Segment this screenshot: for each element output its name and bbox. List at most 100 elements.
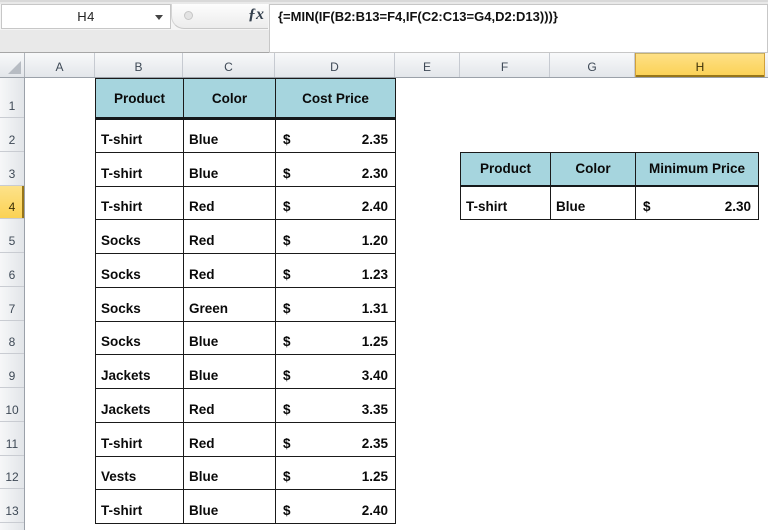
column-header-f[interactable]: F [460, 53, 550, 77]
cell-product[interactable]: T-shirt [95, 421, 184, 457]
currency-symbol: $ [283, 199, 291, 215]
table-row: Socks Red $1.23 [95, 253, 396, 288]
price-value: 1.25 [361, 334, 388, 350]
cell-color[interactable]: Blue [183, 354, 276, 389]
cell-color[interactable]: Blue [183, 320, 276, 356]
cell-color[interactable]: Red [183, 421, 276, 457]
header-color[interactable]: Color [183, 78, 276, 120]
price-value: 2.40 [361, 199, 388, 215]
cell-color[interactable]: Red [183, 185, 276, 221]
cell-product[interactable]: Jackets [95, 354, 184, 389]
table-row: Jackets Red $3.35 [95, 388, 396, 423]
cell-product[interactable]: T-shirt [95, 185, 184, 221]
cell-price[interactable]: $1.31 [275, 286, 396, 322]
cell-f4-product[interactable]: T-shirt [460, 185, 551, 221]
price-value: 2.30 [724, 199, 751, 215]
currency-symbol: $ [283, 503, 291, 518]
header-product[interactable]: Product [460, 151, 551, 187]
cell-product[interactable]: T-shirt [95, 118, 184, 153]
column-header-a[interactable]: A [25, 53, 95, 77]
currency-symbol: $ [283, 266, 291, 282]
cell-price[interactable]: $2.40 [275, 489, 396, 524]
header-color[interactable]: Color [550, 151, 636, 187]
name-box-value: H4 [77, 9, 95, 24]
cell-price[interactable]: $1.25 [275, 455, 396, 491]
cell-product[interactable]: Socks [95, 219, 184, 254]
row-header-5[interactable]: 5 [0, 219, 24, 253]
currency-symbol: $ [283, 131, 291, 147]
table-row: Socks Red $1.20 [95, 219, 396, 254]
cell-product[interactable]: Socks [95, 320, 184, 356]
row-header-11[interactable]: 11 [0, 422, 24, 456]
header-product[interactable]: Product [95, 78, 184, 120]
cell-price[interactable]: $1.25 [275, 320, 396, 356]
price-value: 1.20 [361, 233, 388, 248]
worksheet-grid[interactable]: 1 2 3 4 5 6 7 8 9 10 11 12 13 Product Co… [0, 78, 768, 530]
cell-product[interactable]: T-shirt [95, 489, 184, 524]
cell-price[interactable]: $2.30 [275, 151, 396, 187]
name-box-dropdown-icon[interactable] [155, 15, 163, 20]
column-header-d[interactable]: D [275, 53, 395, 77]
cell-g4-color[interactable]: Blue [550, 185, 636, 221]
row-header-2[interactable]: 2 [0, 118, 24, 152]
row-header-8[interactable]: 8 [0, 321, 24, 355]
price-value: 1.25 [361, 469, 388, 485]
divider-dimple-icon [184, 11, 193, 20]
cell-price[interactable]: $2.40 [275, 185, 396, 221]
header-minimum-price[interactable]: Minimum Price [635, 151, 759, 187]
cell-product[interactable]: Socks [95, 253, 184, 288]
table-row: T-shirt Red $2.35 [95, 421, 396, 457]
header-cost-price[interactable]: Cost Price [275, 78, 396, 120]
table-row: T-shirt Blue $2.40 [95, 489, 396, 524]
row-header-stub [0, 523, 24, 530]
cell-color[interactable]: Blue [183, 118, 276, 153]
cell-color[interactable]: Blue [183, 151, 276, 187]
column-header-g[interactable]: G [550, 53, 635, 77]
row-header-1[interactable]: 1 [0, 78, 24, 118]
row-header-6[interactable]: 6 [0, 253, 24, 287]
cell-color[interactable]: Red [183, 219, 276, 254]
row-headers: 1 2 3 4 5 6 7 8 9 10 11 12 13 [0, 78, 25, 530]
row-header-3[interactable]: 3 [0, 152, 24, 186]
table-row: T-shirt Blue $2.35 [95, 118, 396, 153]
price-value: 2.35 [361, 435, 388, 451]
cell-price[interactable]: $1.23 [275, 253, 396, 288]
row-header-12[interactable]: 12 [0, 456, 24, 490]
cell-price[interactable]: $3.40 [275, 354, 396, 389]
row-header-13[interactable]: 13 [0, 489, 24, 523]
formula-bar: H4 ƒx {=MIN(IF(B2:B13=F4,IF(C2:C13=G4,D2… [0, 0, 768, 53]
price-value: 2.40 [361, 503, 388, 518]
table-row: T-shirt Blue $ 2.30 [460, 185, 759, 221]
cell-color[interactable]: Blue [183, 489, 276, 524]
select-all-corner[interactable] [0, 53, 25, 77]
row-header-7[interactable]: 7 [0, 287, 24, 321]
name-box[interactable]: H4 [1, 4, 171, 29]
cell-price[interactable]: $1.20 [275, 219, 396, 254]
insert-function-icon[interactable]: ƒx [243, 6, 269, 28]
cell-product[interactable]: Vests [95, 455, 184, 491]
currency-symbol: $ [643, 199, 651, 215]
cell-color[interactable]: Green [183, 286, 276, 322]
cell-product[interactable]: Socks [95, 286, 184, 322]
currency-symbol: $ [283, 368, 291, 383]
column-header-h-selected[interactable]: H [635, 53, 765, 77]
cell-color[interactable]: Red [183, 388, 276, 423]
cell-price[interactable]: $3.35 [275, 388, 396, 423]
row-header-9[interactable]: 9 [0, 354, 24, 388]
cell-product[interactable]: Jackets [95, 388, 184, 423]
cell-price[interactable]: $2.35 [275, 118, 396, 153]
cell-h4-selected[interactable]: $ 2.30 [635, 185, 759, 221]
row-header-10[interactable]: 10 [0, 388, 24, 422]
row-header-4-selected[interactable]: 4 [0, 185, 24, 220]
cell-color[interactable]: Red [183, 253, 276, 288]
table-row: Socks Green $1.31 [95, 286, 396, 322]
cell-product[interactable]: T-shirt [95, 151, 184, 187]
table-row: Vests Blue $1.25 [95, 455, 396, 491]
column-header-e[interactable]: E [395, 53, 460, 77]
cell-color[interactable]: Blue [183, 455, 276, 491]
formula-input[interactable]: {=MIN(IF(B2:B13=F4,IF(C2:C13=G4,D2:D13))… [269, 4, 768, 53]
table-row: Jackets Blue $3.40 [95, 354, 396, 389]
cell-price[interactable]: $2.35 [275, 421, 396, 457]
column-header-c[interactable]: C [183, 53, 275, 77]
column-header-b[interactable]: B [95, 53, 183, 77]
